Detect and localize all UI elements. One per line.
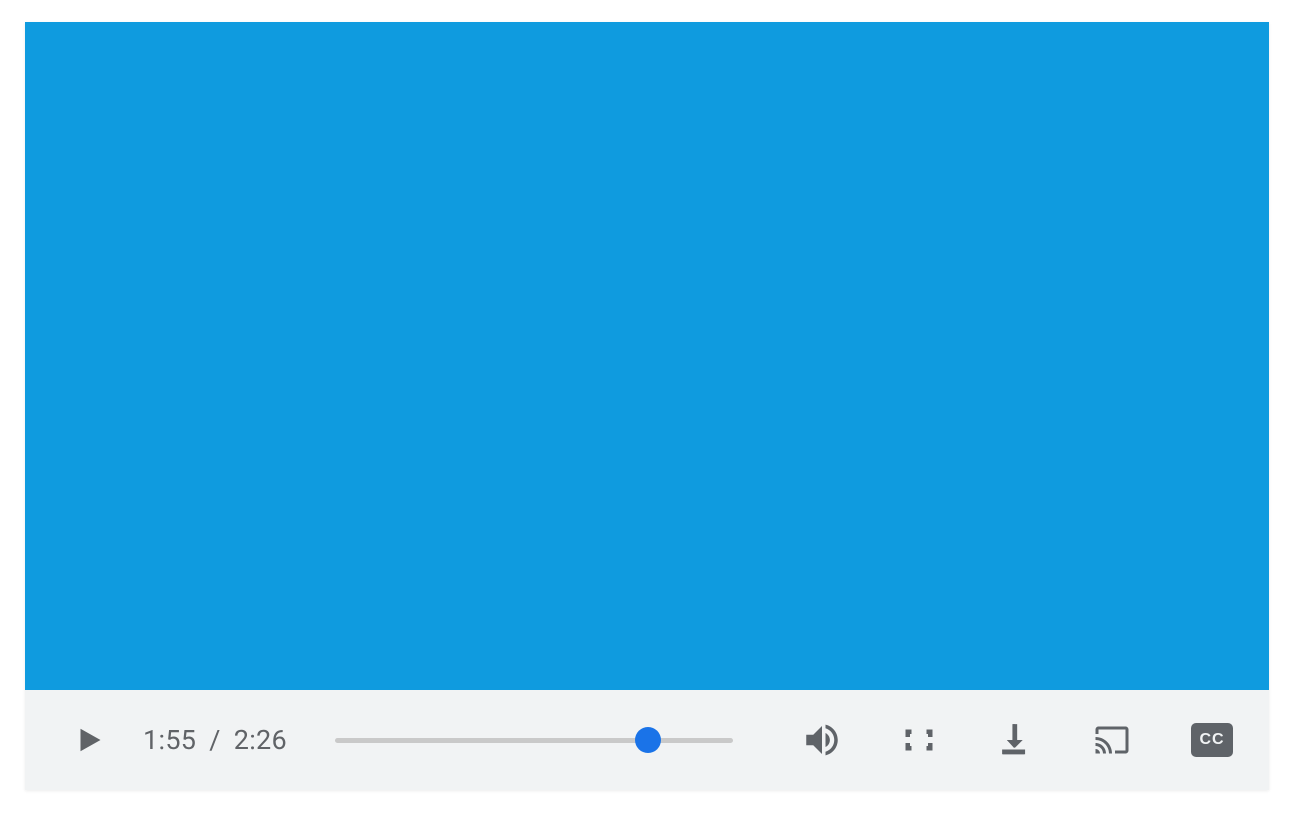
captions-button[interactable]: CC <box>1191 723 1233 757</box>
volume-button[interactable] <box>801 719 843 761</box>
current-time: 1:55 <box>143 724 196 756</box>
fullscreen-button[interactable] <box>901 722 937 758</box>
duration: 2:26 <box>234 724 287 756</box>
progress-thumb[interactable] <box>635 727 661 753</box>
volume-icon <box>801 719 843 761</box>
progress-track <box>335 738 733 743</box>
fullscreen-icon <box>901 722 937 758</box>
captions-label: CC <box>1199 731 1224 749</box>
cast-button[interactable] <box>1091 722 1133 758</box>
time-separator: / <box>209 724 220 756</box>
controls-left-group: 1:55 / 2:26 <box>73 723 287 757</box>
play-icon <box>73 723 103 757</box>
play-button[interactable] <box>73 723 103 757</box>
download-icon <box>995 721 1033 759</box>
progress-slider[interactable] <box>335 720 733 760</box>
controls-right-group: CC <box>801 719 1233 761</box>
video-surface[interactable] <box>25 22 1269 690</box>
download-button[interactable] <box>995 721 1033 759</box>
video-player: 1:55 / 2:26 <box>25 22 1269 790</box>
video-controls-bar: 1:55 / 2:26 <box>25 690 1269 790</box>
cast-icon <box>1091 722 1133 758</box>
time-display: 1:55 / 2:26 <box>143 724 287 756</box>
